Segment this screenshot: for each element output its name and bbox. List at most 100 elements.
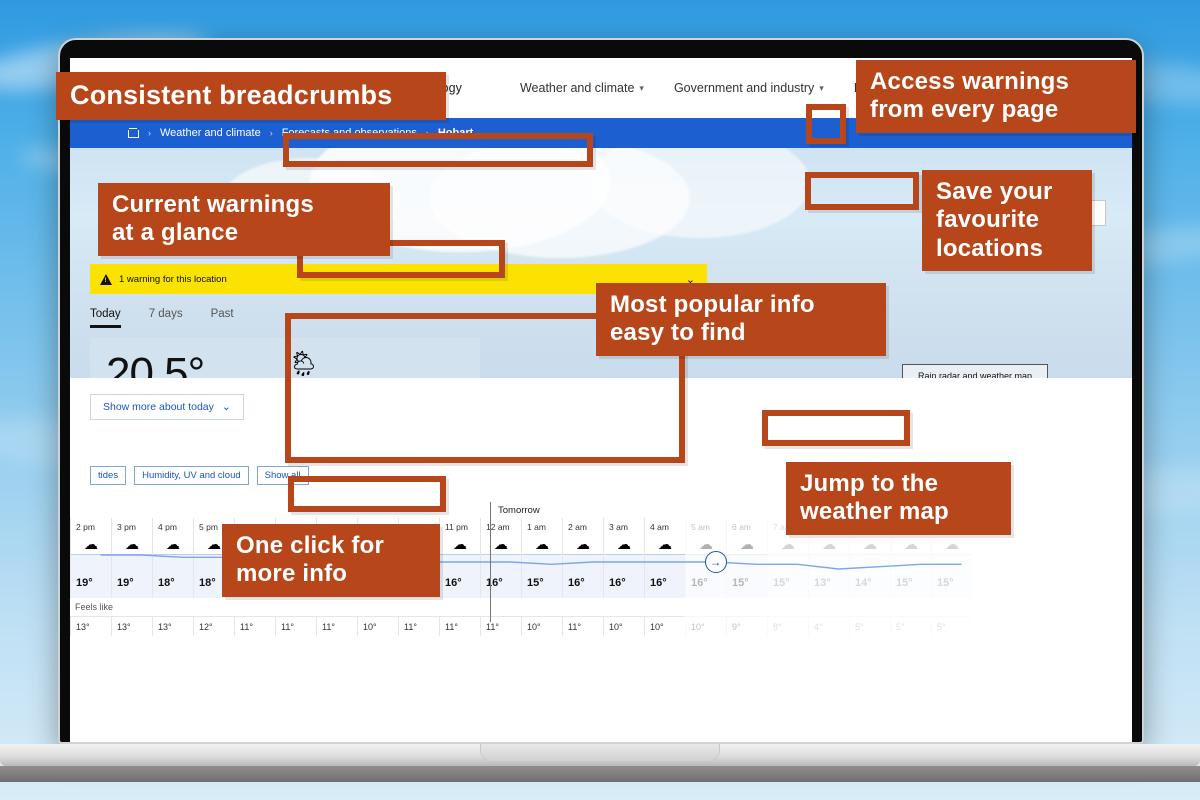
hour-weather-icon: ☁	[125, 536, 139, 552]
callout-current-warnings: Current warnings at a glance	[98, 183, 390, 256]
hour-temp-band: 15°	[727, 554, 767, 598]
category-chips: tides Humidity, UV and cloud Show all	[90, 466, 309, 485]
hour-time: 3 pm	[117, 522, 136, 532]
rain-radar-button[interactable]: Rain radar and weather map	[902, 364, 1048, 378]
warning-triangle-icon	[100, 273, 112, 285]
hour-temperature: 18°	[158, 577, 175, 589]
hour-temperature: 16°	[609, 577, 626, 589]
hour-temperature: 16°	[445, 577, 462, 589]
show-more-about-today-button[interactable]: Show more about today ⌄	[90, 394, 244, 420]
hourly-feels-cell: 13°	[152, 616, 193, 636]
chip-tides[interactable]: tides	[90, 466, 127, 485]
hour-feels-like: 11°	[399, 616, 439, 636]
hour-time: 1 am	[527, 522, 546, 532]
hour-feels-like: 5°	[932, 616, 972, 636]
hour-temp-band: 14°	[850, 554, 890, 598]
breadcrumb-separator: ›	[148, 128, 151, 138]
hourly-feels-cell: 11°	[439, 616, 480, 636]
hourly-feels-cell: 8°	[767, 616, 808, 636]
hour-feels-like: 10°	[522, 616, 562, 636]
chevron-down-icon: ⌄	[221, 401, 231, 413]
hourly-cell: 2 pm ☁ 19°	[70, 518, 111, 598]
tab-today[interactable]: Today	[90, 308, 121, 328]
home-icon[interactable]	[128, 128, 139, 138]
hour-temp-band: 19°	[71, 554, 111, 598]
hourly-feels-cell: 10°	[521, 616, 562, 636]
hourly-feels-cell: 10°	[603, 616, 644, 636]
callout-weather-map: Jump to the weather map	[786, 462, 1011, 535]
hour-weather-icon: ☁	[904, 536, 918, 552]
highlight-show-more-button	[288, 476, 446, 512]
hour-feels-like: 11°	[235, 616, 275, 636]
breadcrumb-separator: ›	[269, 128, 273, 138]
callout-text: One click for more info	[236, 532, 384, 588]
highlight-radar-button	[762, 410, 910, 446]
hour-temperature: 15°	[773, 577, 790, 589]
hour-weather-icon: ☁	[822, 536, 836, 552]
hour-weather-icon: ☁	[740, 536, 754, 552]
nav-label: Government and industry	[673, 81, 815, 95]
hour-temp-band: 16°	[481, 554, 521, 598]
hour-feels-like: 13°	[153, 616, 193, 636]
callout-text: Save your favourite locations	[936, 178, 1053, 262]
hour-temperature: 15°	[937, 577, 954, 589]
hourly-feels-cell: 12°	[193, 616, 234, 636]
tomorrow-divider	[490, 502, 491, 622]
chevron-down-icon: ▾	[639, 82, 644, 93]
hour-temperature: 16°	[650, 577, 667, 589]
hour-temp-band: 15°	[768, 554, 808, 598]
hourly-feels-cell: 10°	[644, 616, 685, 636]
hourly-feels-cell: 10°	[685, 616, 726, 636]
hour-feels-like: 11°	[440, 616, 480, 636]
hour-time: 11 pm	[445, 522, 468, 532]
hourly-feels-cell: 11°	[398, 616, 439, 636]
hourly-cell: 1 am ☁ 15°	[521, 518, 562, 598]
hour-time: 12 am	[486, 522, 510, 532]
hourly-feels-cell: 11°	[234, 616, 275, 636]
callout-text: Jump to the weather map	[800, 470, 949, 526]
hour-temp-band: 18°	[153, 554, 193, 598]
hour-feels-like: 5°	[850, 616, 890, 636]
callout-breadcrumbs: Consistent breadcrumbs	[56, 72, 446, 120]
hour-feels-like: 9°	[727, 616, 767, 636]
hour-time: 4 am	[650, 522, 669, 532]
nav-item-weather-and-climate[interactable]: Weather and climate ▾	[520, 81, 644, 95]
hourly-cell: 3 am ☁ 16°	[603, 518, 644, 598]
hourly-cell: 12 am ☁ 16°	[480, 518, 521, 598]
callout-text: Access warnings from every page	[870, 68, 1070, 124]
callout-access-warnings: Access warnings from every page	[856, 60, 1136, 133]
hour-temperature: 13°	[814, 577, 831, 589]
hour-temp-band: 16°	[645, 554, 685, 598]
tomorrow-label: Tomorrow	[498, 504, 540, 516]
callout-text: Current warnings at a glance	[112, 191, 314, 247]
highlight-favourite-button	[805, 172, 919, 210]
nav-item-government-and-industry[interactable]: Government and industry ▾	[674, 81, 824, 95]
hour-temp-band: 15°	[891, 554, 931, 598]
hourly-cell: 4 am ☁ 16°	[644, 518, 685, 598]
hourly-cell: 11 pm ☁ 16°	[439, 518, 480, 598]
warning-banner-text: 1 warning for this location	[119, 273, 227, 285]
hour-weather-icon: ☁	[617, 536, 631, 552]
hour-temperature: 15°	[527, 577, 544, 589]
hour-weather-icon: ☁	[781, 536, 795, 552]
forecast-tabs: Today 7 days Past	[90, 308, 234, 328]
hourly-scroll-right-button[interactable]: →	[704, 551, 727, 573]
hour-weather-icon: ☁	[945, 536, 959, 552]
callout-popular-info: Most popular info easy to find	[596, 283, 886, 356]
tab-past[interactable]: Past	[211, 308, 234, 328]
hour-feels-like: 5°	[891, 616, 931, 636]
hour-feels-like: 12°	[194, 616, 234, 636]
breadcrumb-item-weather-and-climate[interactable]: Weather and climate	[160, 127, 261, 139]
hour-temperature: 15°	[732, 577, 749, 589]
chip-humidity-uv-cloud[interactable]: Humidity, UV and cloud	[134, 466, 249, 485]
hour-temp-band: 13°	[809, 554, 849, 598]
hour-feels-like: 10°	[645, 616, 685, 636]
hourly-feels-cell: 11°	[275, 616, 316, 636]
tab-7-days[interactable]: 7 days	[149, 308, 183, 328]
hour-feels-like: 13°	[71, 616, 111, 636]
hour-feels-like: 10°	[604, 616, 644, 636]
hour-time: 5 am	[691, 522, 710, 532]
hourly-feels-cell: 5°	[849, 616, 890, 636]
show-more-label: Show more about today	[103, 401, 214, 413]
hour-feels-like: 4°	[809, 616, 849, 636]
